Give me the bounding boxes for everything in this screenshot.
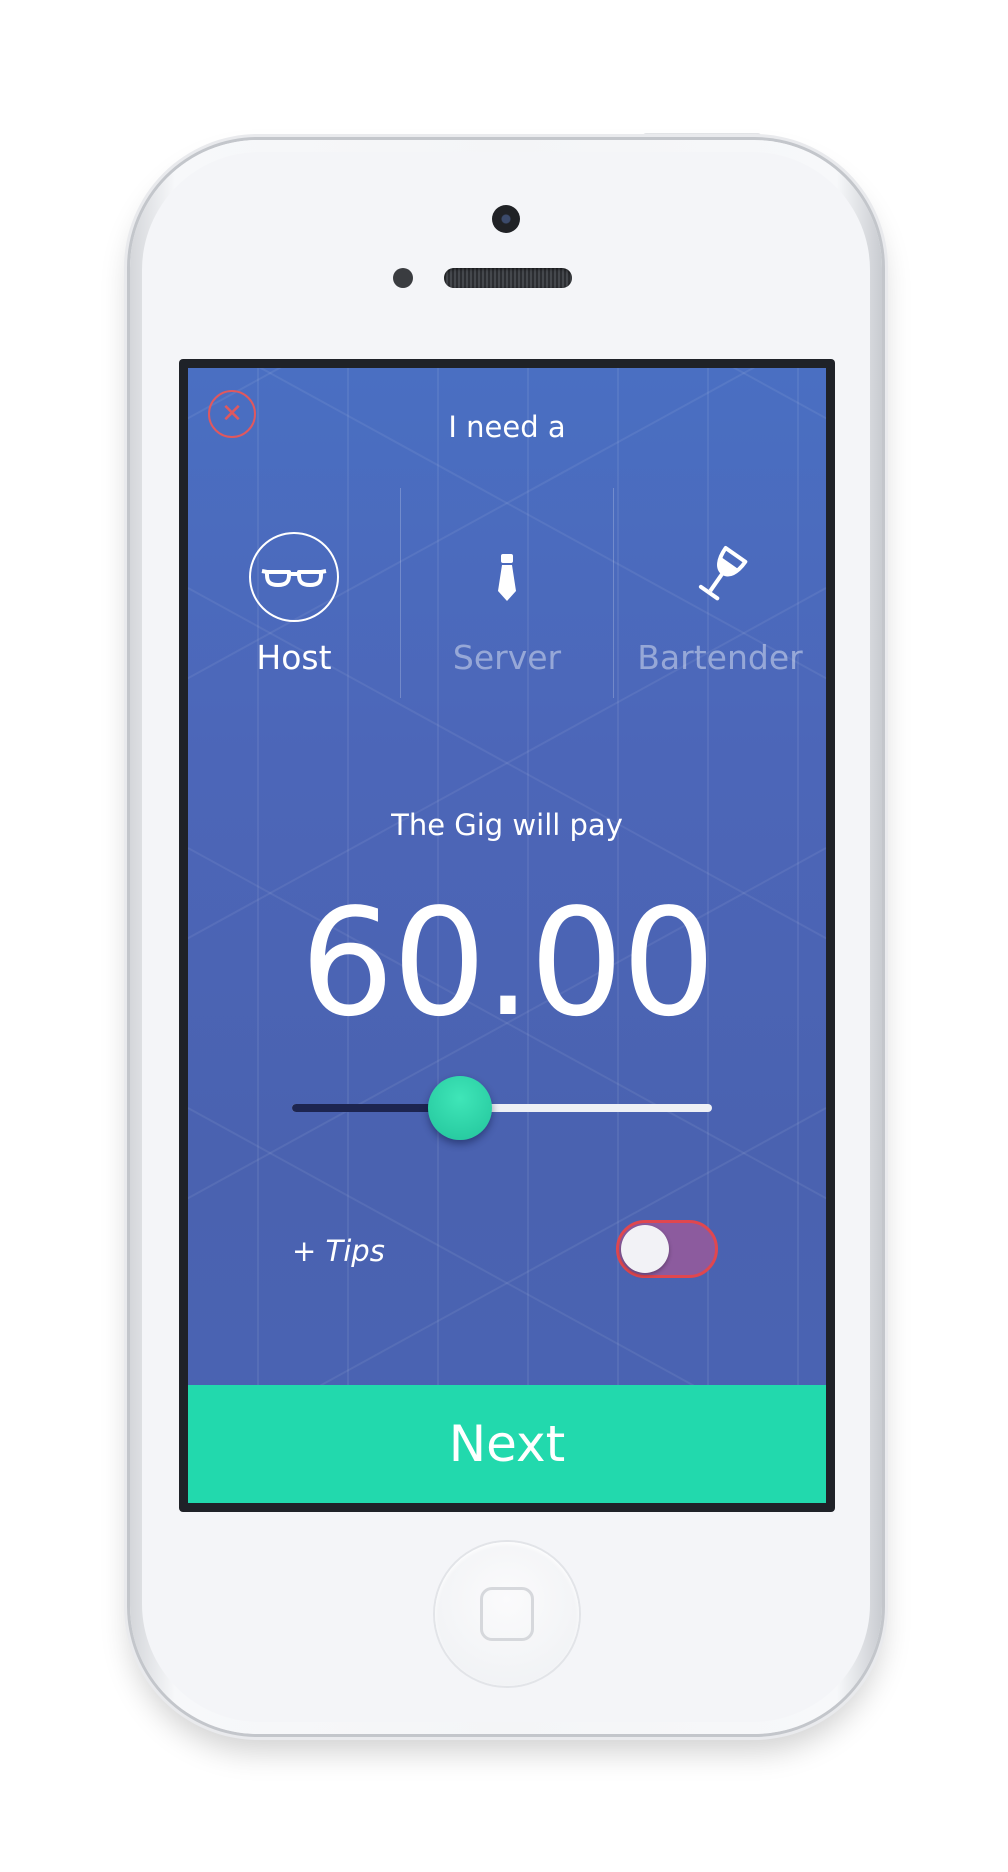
role-label-host: Host [256, 638, 332, 677]
pay-amount: 60.00 [300, 877, 716, 1049]
tips-label: + Tips [292, 1234, 385, 1268]
earpiece-speaker [444, 268, 572, 288]
front-camera [492, 205, 520, 233]
pay-label: The Gig will pay [391, 808, 623, 842]
role-label-server: Server [452, 638, 562, 677]
tie-icon [462, 532, 552, 622]
next-button[interactable]: Next [188, 1385, 826, 1503]
home-button[interactable] [435, 1542, 579, 1686]
tips-toggle[interactable] [616, 1220, 718, 1278]
wine-glass-icon [675, 532, 765, 622]
app-screen: ✕ I need a Host Server Bartender The Gig… [188, 368, 826, 1503]
proximity-sensor [393, 268, 413, 288]
glasses-icon [249, 532, 339, 622]
role-option-host[interactable]: Host [188, 488, 400, 698]
role-label-bartender: Bartender [637, 638, 803, 677]
home-square-icon [480, 1587, 534, 1641]
role-selector: Host Server Bartender [188, 488, 826, 698]
role-option-server[interactable]: Server [401, 488, 613, 698]
role-option-bartender[interactable]: Bartender [614, 488, 826, 698]
pay-slider[interactable] [292, 1076, 712, 1140]
page-title: I need a [448, 410, 566, 444]
toggle-knob[interactable] [621, 1225, 669, 1273]
slider-thumb[interactable] [428, 1076, 492, 1140]
